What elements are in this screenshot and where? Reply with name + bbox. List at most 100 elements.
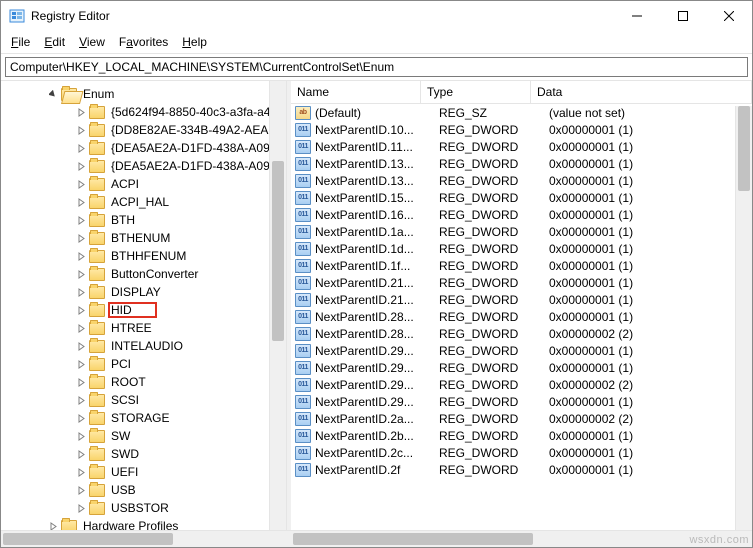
tree-scrollbar-h[interactable]: [1, 530, 291, 547]
tree-item[interactable]: ACPI_HAL: [61, 193, 286, 211]
col-type[interactable]: Type: [421, 81, 531, 103]
menu-favorites[interactable]: Favorites: [113, 33, 174, 51]
menu-edit[interactable]: Edit: [38, 33, 71, 51]
tree-item[interactable]: USBSTOR: [61, 499, 286, 517]
expand-icon[interactable]: [75, 178, 87, 190]
expand-icon[interactable]: [75, 412, 87, 424]
tree-item[interactable]: SCSI: [61, 391, 286, 409]
minimize-button[interactable]: [614, 1, 660, 31]
address-input[interactable]: [5, 57, 748, 77]
value-row[interactable]: 011NextParentID.28...REG_DWORD0x00000001…: [291, 308, 752, 325]
menu-help[interactable]: Help: [176, 33, 213, 51]
expand-icon[interactable]: [75, 214, 87, 226]
tree-item[interactable]: PCI: [61, 355, 286, 373]
value-row[interactable]: 011NextParentID.2a...REG_DWORD0x00000002…: [291, 410, 752, 427]
expand-icon[interactable]: [75, 340, 87, 352]
expand-icon[interactable]: [75, 322, 87, 334]
tree-item-enum[interactable]: Enum: [47, 85, 286, 103]
value-row[interactable]: 011NextParentID.1f...REG_DWORD0x00000001…: [291, 257, 752, 274]
tree-item[interactable]: {DEA5AE2A-D1FD-438A-A09: [61, 139, 286, 157]
tree-label: UEFI: [109, 465, 140, 479]
expand-icon[interactable]: [75, 142, 87, 154]
titlebar[interactable]: Registry Editor: [1, 1, 752, 31]
value-row[interactable]: 011NextParentID.10...REG_DWORD0x00000001…: [291, 121, 752, 138]
maximize-button[interactable]: [660, 1, 706, 31]
tree-item[interactable]: SW: [61, 427, 286, 445]
tree-item[interactable]: DISPLAY: [61, 283, 286, 301]
value-row[interactable]: 011NextParentID.21...REG_DWORD0x00000001…: [291, 274, 752, 291]
expand-icon[interactable]: [75, 358, 87, 370]
expand-icon[interactable]: [75, 466, 87, 478]
value-row[interactable]: 011NextParentID.1d...REG_DWORD0x00000001…: [291, 240, 752, 257]
values-scrollbar-h[interactable]: [291, 530, 752, 547]
expand-icon[interactable]: [75, 286, 87, 298]
tree-item[interactable]: BTHHFENUM: [61, 247, 286, 265]
value-row[interactable]: 011NextParentID.2fREG_DWORD0x00000001 (1…: [291, 461, 752, 478]
close-button[interactable]: [706, 1, 752, 31]
value-row[interactable]: 011NextParentID.11...REG_DWORD0x00000001…: [291, 138, 752, 155]
collapse-icon[interactable]: [47, 88, 59, 100]
tree-item[interactable]: USB: [61, 481, 286, 499]
menu-file[interactable]: File: [5, 33, 36, 51]
value-row[interactable]: 011NextParentID.28...REG_DWORD0x00000002…: [291, 325, 752, 342]
expand-icon[interactable]: [75, 502, 87, 514]
tree-item[interactable]: ROOT: [61, 373, 286, 391]
tree-item[interactable]: ButtonConverter: [61, 265, 286, 283]
folder-icon: [89, 304, 105, 317]
expand-icon[interactable]: [75, 304, 87, 316]
expand-icon[interactable]: [75, 430, 87, 442]
expand-icon[interactable]: [75, 232, 87, 244]
value-row[interactable]: ab(Default)REG_SZ(value not set): [291, 104, 752, 121]
value-row[interactable]: 011NextParentID.15...REG_DWORD0x00000001…: [291, 189, 752, 206]
tree-item-hardware-profiles[interactable]: Hardware Profiles: [47, 517, 286, 530]
expand-icon[interactable]: [75, 160, 87, 172]
tree-item[interactable]: BTH: [61, 211, 286, 229]
value-row[interactable]: 011NextParentID.16...REG_DWORD0x00000001…: [291, 206, 752, 223]
tree-item[interactable]: SWD: [61, 445, 286, 463]
expand-icon[interactable]: [75, 106, 87, 118]
value-row[interactable]: 011NextParentID.29...REG_DWORD0x00000001…: [291, 342, 752, 359]
tree-item[interactable]: STORAGE: [61, 409, 286, 427]
dword-value-icon: 011: [295, 310, 311, 324]
expand-icon[interactable]: [75, 484, 87, 496]
expand-icon[interactable]: [75, 376, 87, 388]
value-row[interactable]: 011NextParentID.29...REG_DWORD0x00000001…: [291, 359, 752, 376]
expand-icon[interactable]: [75, 250, 87, 262]
tree-item[interactable]: ACPI: [61, 175, 286, 193]
expand-icon[interactable]: [47, 520, 59, 530]
tree-item[interactable]: {DD8E82AE-334B-49A2-AEAB: [61, 121, 286, 139]
value-row[interactable]: 011NextParentID.2b...REG_DWORD0x00000001…: [291, 427, 752, 444]
tree-item[interactable]: UEFI: [61, 463, 286, 481]
expand-icon[interactable]: [75, 124, 87, 136]
expand-icon[interactable]: [75, 268, 87, 280]
dword-value-icon: 011: [295, 412, 311, 426]
menu-view[interactable]: View: [73, 33, 111, 51]
tree-label: PCI: [109, 357, 133, 371]
expand-icon[interactable]: [75, 394, 87, 406]
value-row[interactable]: 011NextParentID.21...REG_DWORD0x00000001…: [291, 291, 752, 308]
tree-item[interactable]: INTELAUDIO: [61, 337, 286, 355]
column-headers[interactable]: Name Type Data: [291, 81, 752, 104]
value-data: 0x00000001 (1): [549, 276, 752, 290]
value-row[interactable]: 011NextParentID.13...REG_DWORD0x00000001…: [291, 172, 752, 189]
values-panel[interactable]: Name Type Data ab(Default)REG_SZ(value n…: [291, 81, 752, 530]
value-row[interactable]: 011NextParentID.1a...REG_DWORD0x00000001…: [291, 223, 752, 240]
dword-value-icon: 011: [295, 157, 311, 171]
values-scrollbar-v[interactable]: [735, 106, 752, 530]
tree-item[interactable]: {DEA5AE2A-D1FD-438A-A09: [61, 157, 286, 175]
tree-item[interactable]: HID: [61, 301, 286, 319]
col-data[interactable]: Data: [531, 81, 752, 103]
tree-item[interactable]: HTREE: [61, 319, 286, 337]
value-row[interactable]: 011NextParentID.2c...REG_DWORD0x00000001…: [291, 444, 752, 461]
value-row[interactable]: 011NextParentID.13...REG_DWORD0x00000001…: [291, 155, 752, 172]
tree-panel[interactable]: Enum{5d624f94-8850-40c3-a3fa-a4{DD8E82AE…: [1, 81, 287, 530]
tree-item[interactable]: BTHENUM: [61, 229, 286, 247]
value-row[interactable]: 011NextParentID.29...REG_DWORD0x00000002…: [291, 376, 752, 393]
value-row[interactable]: 011NextParentID.29...REG_DWORD0x00000001…: [291, 393, 752, 410]
expand-icon[interactable]: [75, 196, 87, 208]
tree-item[interactable]: {5d624f94-8850-40c3-a3fa-a4: [61, 103, 286, 121]
tree-scrollbar-v[interactable]: [269, 81, 286, 530]
col-name[interactable]: Name: [291, 81, 421, 103]
expand-icon[interactable]: [75, 448, 87, 460]
value-name: NextParentID.1a...: [315, 225, 439, 239]
